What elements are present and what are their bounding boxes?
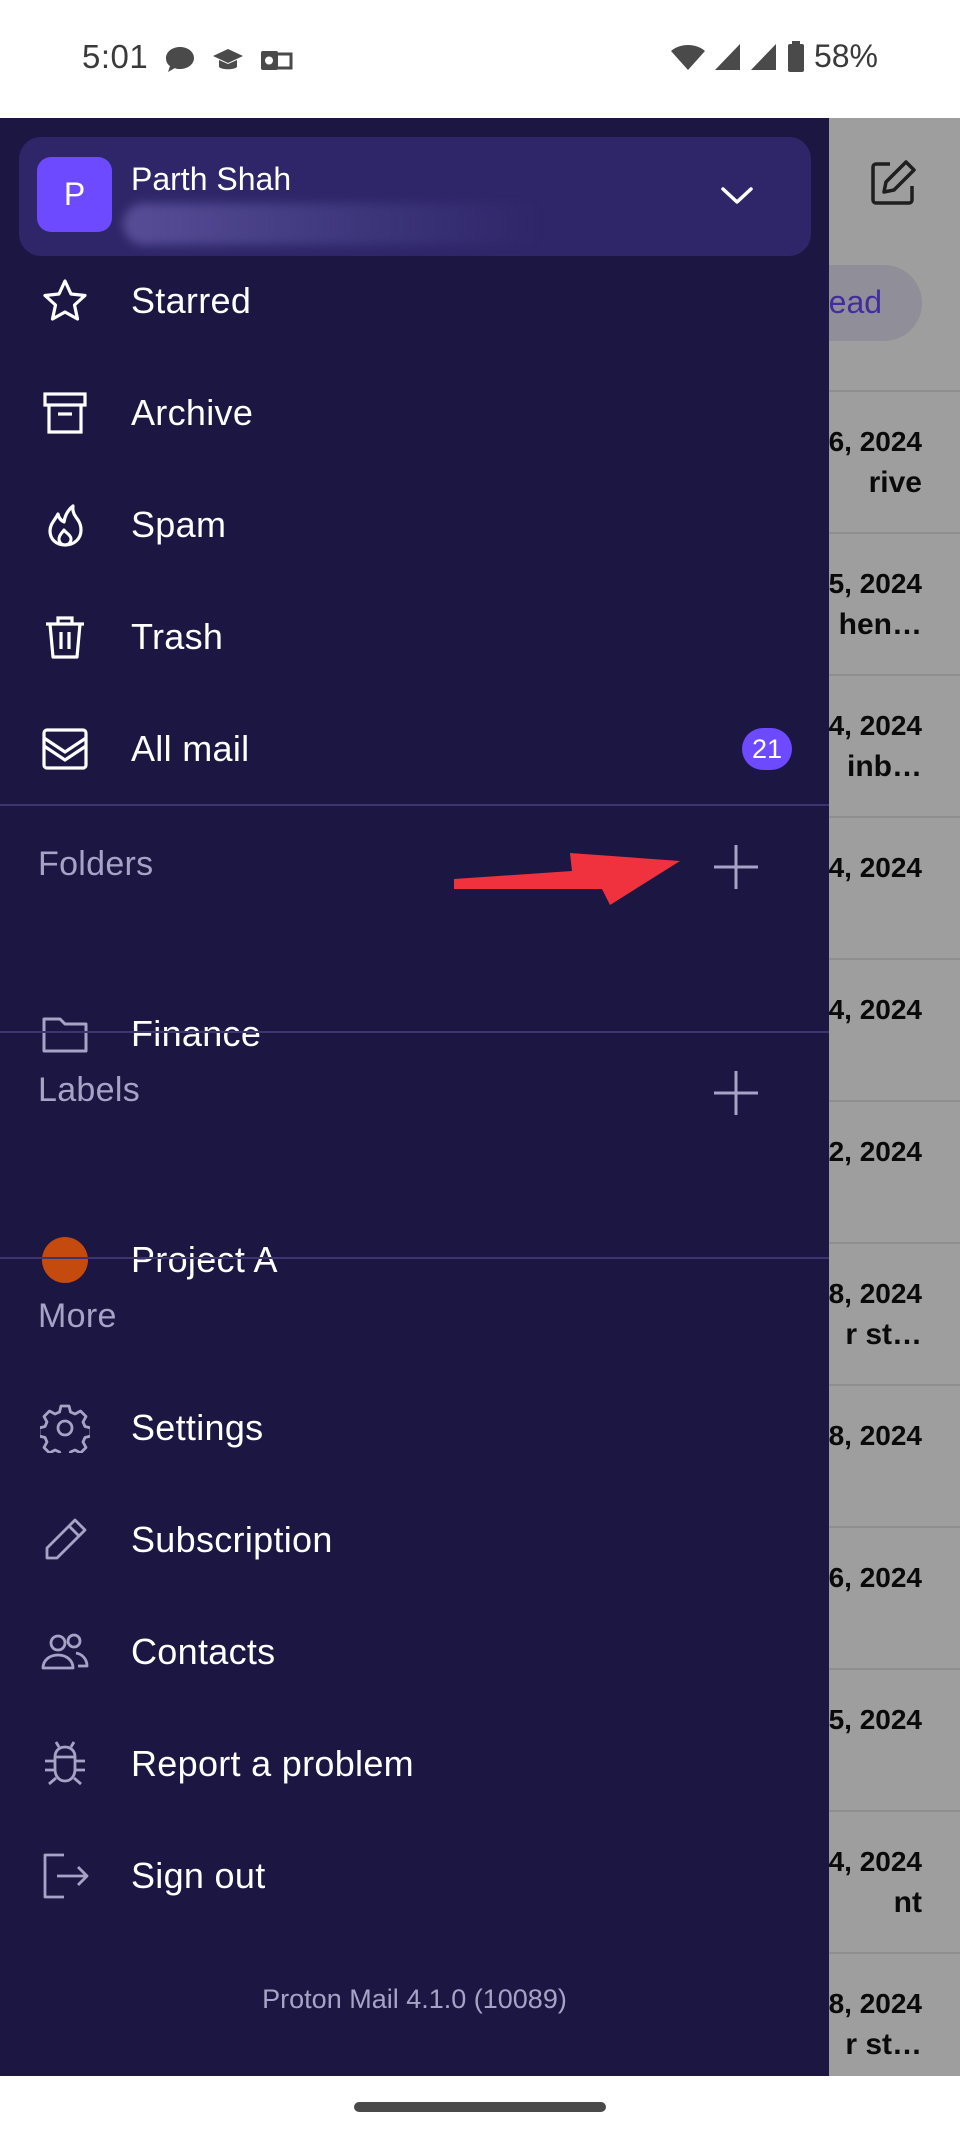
chevron-down-icon <box>721 187 753 204</box>
flame-icon <box>39 499 91 551</box>
annotation-arrow-icon <box>454 853 680 905</box>
add-label-plus-icon[interactable] <box>711 1068 761 1118</box>
menu-item-starred[interactable]: Starred <box>0 245 829 357</box>
menu-item-report-problem[interactable]: Report a problem <box>0 1708 829 1820</box>
divider <box>0 1257 829 1259</box>
menu-item-settings[interactable]: Settings <box>0 1372 829 1484</box>
navigation-drawer: P Parth Shah Starred Archive Spam Trash … <box>0 118 829 2076</box>
mortarboard-icon <box>213 49 243 70</box>
menu-item-archive[interactable]: Archive <box>0 357 829 469</box>
menu-label: Sign out <box>131 1855 266 1896</box>
system-icons: 58% <box>670 38 878 75</box>
mailbox-icon <box>39 723 91 775</box>
menu-item-contacts[interactable]: Contacts <box>0 1596 829 1708</box>
status-bar: 5:01 58% <box>0 0 960 118</box>
avatar: P <box>37 157 112 232</box>
account-switcher[interactable]: P Parth Shah <box>19 137 811 256</box>
menu-label: Archive <box>131 392 254 433</box>
more-section-title: More <box>38 1297 117 1335</box>
status-time: 5:01 <box>82 38 149 75</box>
home-handle[interactable] <box>354 2102 606 2112</box>
menu-item-all-mail[interactable]: All mail 21 <box>0 693 829 805</box>
bug-icon <box>39 1738 91 1790</box>
label-color-dot-icon <box>39 1234 91 1286</box>
folder-icon <box>39 1008 91 1060</box>
pencil-icon <box>39 1514 91 1566</box>
archive-icon <box>39 387 91 439</box>
divider <box>0 1031 829 1033</box>
menu-item-trash[interactable]: Trash <box>0 581 829 693</box>
unread-count-badge: 21 <box>742 728 792 770</box>
label-item-project-a[interactable]: Project A <box>0 1204 829 1316</box>
sign-out-icon <box>39 1850 91 1902</box>
menu-label: Starred <box>131 280 252 321</box>
menu-label: Report a problem <box>131 1743 414 1784</box>
menu-item-sign-out[interactable]: Sign out <box>0 1820 829 1932</box>
app-version: Proton Mail 4.1.0 (10089) <box>262 1984 567 2014</box>
menu-label: Contacts <box>131 1631 276 1672</box>
trash-icon <box>39 611 91 663</box>
account-email-redacted <box>123 203 543 245</box>
menu-label: Subscription <box>131 1519 333 1560</box>
menu-item-subscription[interactable]: Subscription <box>0 1484 829 1596</box>
labels-section-title: Labels <box>38 1071 140 1109</box>
notification-icons <box>163 44 293 76</box>
add-folder-plus-icon[interactable] <box>711 842 761 892</box>
menu-label: Settings <box>131 1407 264 1448</box>
menu-label: All mail <box>131 728 250 769</box>
battery-icon <box>787 40 804 72</box>
label-label: Project A <box>131 1239 278 1280</box>
folders-section-title: Folders <box>38 845 154 883</box>
folder-label: Finance <box>131 1013 262 1054</box>
menu-item-spam[interactable]: Spam <box>0 469 829 581</box>
battery-percent: 58% <box>813 38 878 74</box>
chat-bubble-icon <box>166 47 194 72</box>
divider <box>0 804 829 806</box>
signal-icon <box>714 43 740 70</box>
wifi-icon <box>670 44 705 70</box>
gear-icon <box>39 1402 91 1454</box>
gesture-nav-bar <box>0 2076 960 2133</box>
contacts-icon <box>39 1626 91 1678</box>
account-name: Parth Shah <box>131 161 292 197</box>
outlook-icon <box>261 51 293 70</box>
star-icon <box>39 275 91 327</box>
menu-label: Trash <box>131 616 224 657</box>
signal-icon <box>750 43 776 70</box>
menu-label: Spam <box>131 504 227 545</box>
